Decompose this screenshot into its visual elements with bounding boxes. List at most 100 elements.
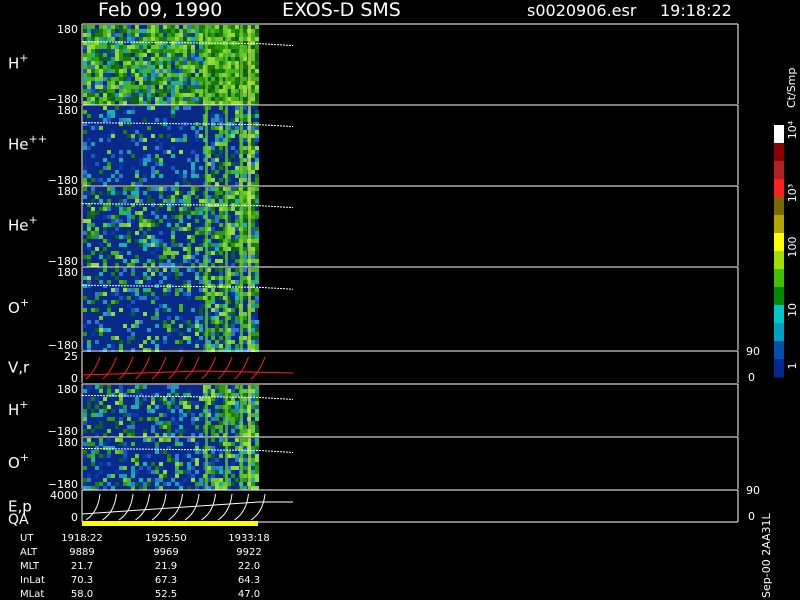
spectrogram-cell — [235, 466, 239, 470]
spectrogram-cell — [95, 37, 99, 41]
spectrogram-cell — [231, 413, 235, 417]
spectrogram-cell — [187, 438, 191, 442]
spectrogram-cell — [147, 29, 151, 33]
spectrogram-cell — [175, 126, 179, 130]
spectrogram-cell — [219, 178, 223, 182]
spectrogram-cell — [195, 174, 199, 178]
spectrogram-cell — [195, 29, 199, 33]
spectrogram-cell — [199, 33, 203, 37]
spectrogram-cell — [127, 231, 131, 235]
spectrogram-cell — [131, 41, 135, 45]
spectrogram-cell — [255, 300, 259, 304]
spectrogram-cell — [127, 417, 131, 421]
spectrogram-cell — [199, 280, 203, 284]
spectrogram-cell — [163, 93, 167, 97]
spectrogram-cell — [163, 243, 167, 247]
spectrogram-cell — [111, 413, 115, 417]
spectrogram-cell — [95, 340, 99, 344]
ephemeris-label: InLat — [20, 575, 45, 586]
spectrogram-cell — [103, 332, 107, 336]
spectrogram-cell — [123, 130, 127, 134]
spectrogram-cell — [123, 243, 127, 247]
spectrogram-cell — [95, 446, 99, 450]
spectrogram-cell — [183, 134, 187, 138]
spectrogram-cell — [187, 57, 191, 61]
spectrogram-cell — [187, 199, 191, 203]
spectrogram-cell — [127, 235, 131, 239]
spectrogram-cell — [163, 438, 167, 442]
spectrogram-cell — [215, 344, 219, 348]
spectrogram-cell — [175, 61, 179, 65]
spectrogram-cell — [219, 130, 223, 134]
spectrogram-cell — [199, 53, 203, 57]
spectrogram-cell — [131, 166, 135, 170]
spectrogram-cell — [91, 458, 95, 462]
spectrogram-cell — [167, 33, 171, 37]
spectrogram-cell — [183, 413, 187, 417]
spectrogram-cell — [215, 187, 219, 191]
spectrogram-cell — [95, 486, 99, 490]
spectrogram-cell — [91, 61, 95, 65]
right-tick-bottom: 0 — [748, 371, 755, 384]
spectrogram-cell — [155, 93, 159, 97]
spectrogram-cell — [183, 247, 187, 251]
spectrogram-cell — [255, 405, 259, 409]
spectrogram-cell — [107, 150, 111, 154]
spectrogram-cell — [123, 458, 127, 462]
spectrogram-cell — [83, 413, 87, 417]
spectrogram-cell — [83, 166, 87, 170]
spectrogram-cell — [219, 106, 223, 110]
spectrogram-cell — [251, 409, 255, 413]
spectrogram-cell — [199, 211, 203, 215]
spectrogram-cell — [135, 211, 139, 215]
spectrogram-cell — [171, 73, 175, 77]
spectrogram-cell — [131, 97, 135, 101]
spectrogram-cell — [155, 296, 159, 300]
plot-date: Feb 09, 1990 — [98, 0, 222, 21]
spectrogram-cell — [87, 215, 91, 219]
spectrogram-cell — [255, 433, 259, 437]
panel-label-sup: + — [29, 213, 38, 226]
spectrogram-cell — [91, 97, 95, 101]
spectrogram-cell — [143, 69, 147, 73]
spectrogram-cell — [119, 417, 123, 421]
spectrogram-cell — [103, 182, 107, 186]
spectrogram-cell — [143, 174, 147, 178]
ephemeris-label: MLat — [20, 589, 44, 600]
spectrogram-cell — [219, 413, 223, 417]
spectrogram-cell — [187, 69, 191, 73]
spectrogram-cell — [91, 81, 95, 85]
spectrogram-cell — [91, 142, 95, 146]
spectrogram-cell — [191, 438, 195, 442]
spectrogram-cell — [107, 438, 111, 442]
spectrogram-cell — [167, 150, 171, 154]
spectrogram-cell — [87, 454, 91, 458]
spectrogram-cell — [211, 401, 215, 405]
spectrogram-cell — [243, 53, 247, 57]
spectrogram-cell — [175, 442, 179, 446]
spectrogram-cell — [211, 470, 215, 474]
spectrogram-cell — [179, 470, 183, 474]
spectrogram-cell — [235, 458, 239, 462]
spectrogram-cell — [115, 33, 119, 37]
spectrogram-cell — [159, 466, 163, 470]
y-tick-top: 180 — [57, 185, 78, 198]
spectrogram-cell — [195, 154, 199, 158]
spectrogram-cell — [155, 49, 159, 53]
spectrogram-cell — [147, 73, 151, 77]
spectrogram-cell — [127, 57, 131, 61]
spectrogram-cell — [115, 97, 119, 101]
spectrogram-cell — [123, 409, 127, 413]
spectrogram-cell — [199, 336, 203, 340]
spectrogram-cell — [159, 304, 163, 308]
spectrogram-cell — [215, 389, 219, 393]
spectrogram-cell — [155, 247, 159, 251]
spectrogram-cell — [195, 296, 199, 300]
mission-name: EXOS-D SMS — [282, 0, 401, 21]
spectrogram-cell — [199, 93, 203, 97]
spectrogram-cell — [131, 470, 135, 474]
spectrogram-cell — [243, 433, 247, 437]
spectrogram-cell — [163, 61, 167, 65]
spectrogram-cell — [199, 126, 203, 130]
spectrogram-cell — [243, 134, 247, 138]
